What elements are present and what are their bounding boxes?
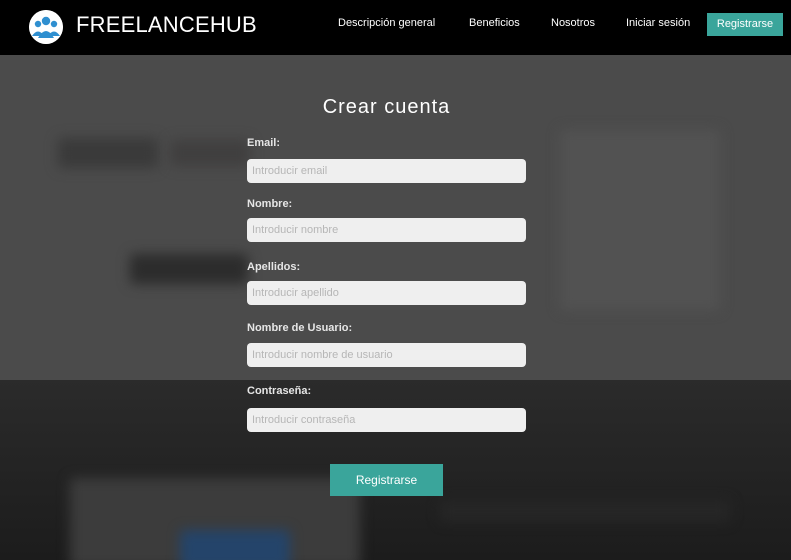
password-label: Contraseña: <box>247 385 312 397</box>
first-name-field[interactable] <box>247 218 526 242</box>
nav-link-overview[interactable]: Descripción general <box>338 17 435 29</box>
background-text-blur <box>440 500 730 522</box>
background-card-blur <box>180 530 290 560</box>
users-group-icon[interactable] <box>29 10 63 44</box>
password-field[interactable] <box>247 408 526 432</box>
top-navbar: FREELANCEHUB Descripción general Benefic… <box>0 0 791 55</box>
last-name-field[interactable] <box>247 281 526 305</box>
nav-link-benefits[interactable]: Beneficios <box>469 17 520 29</box>
form-title: Crear cuenta <box>322 96 451 118</box>
background-heading-blur <box>170 140 250 166</box>
nav-link-about[interactable]: Nosotros <box>551 17 595 29</box>
first-name-label: Nombre: <box>247 198 293 210</box>
nav-register-button[interactable]: Registrarse <box>707 13 783 36</box>
email-label: Email: <box>247 137 281 149</box>
nav-link-login[interactable]: Iniciar sesión <box>626 17 690 29</box>
background-image-blur <box>560 130 720 310</box>
brand-name[interactable]: FREELANCEHUB <box>76 12 257 38</box>
username-label: Nombre de Usuario: <box>247 322 353 334</box>
background-button-blur <box>130 254 248 284</box>
username-field[interactable] <box>247 343 526 367</box>
last-name-label: Apellidos: <box>247 261 301 273</box>
email-field[interactable] <box>247 159 526 183</box>
background-heading-blur <box>58 138 158 168</box>
register-submit-button[interactable]: Registrarse <box>330 464 443 496</box>
